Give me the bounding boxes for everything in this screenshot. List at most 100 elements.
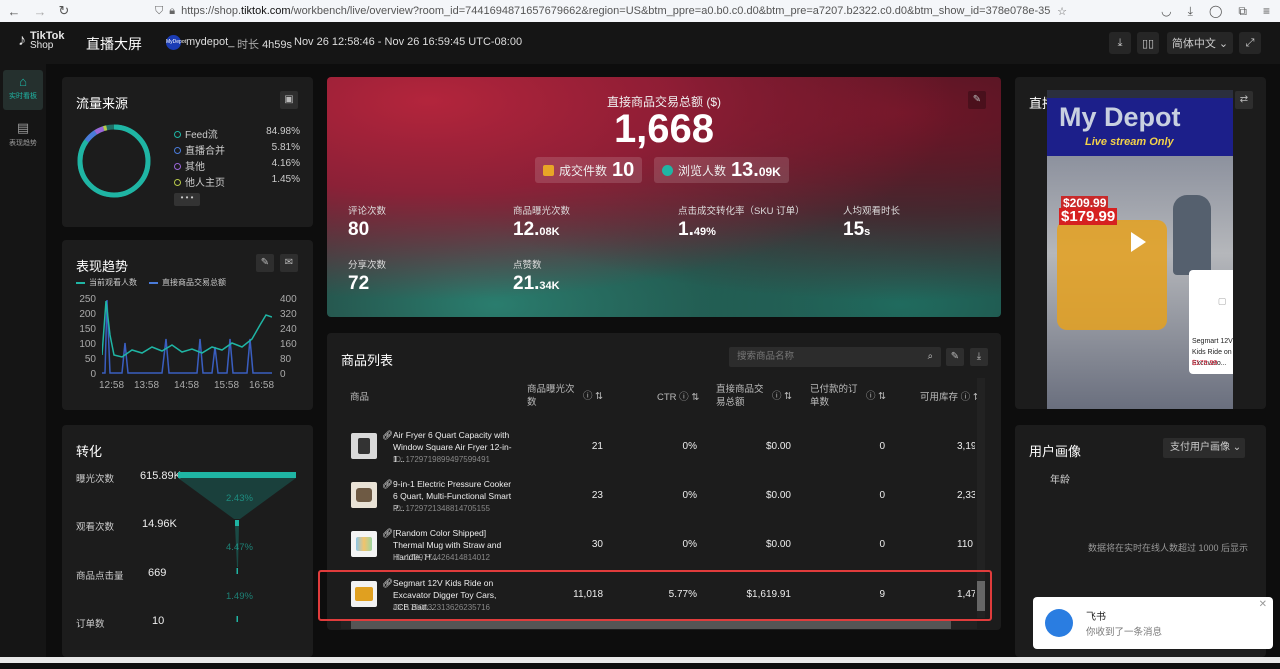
legend-dot xyxy=(174,147,181,154)
items-sold-label: 成交件数 xyxy=(559,163,608,178)
edit-icon[interactable]: ✎ xyxy=(256,254,274,272)
trend-chart xyxy=(102,299,272,374)
product-id: ID: 1729719899497599491 xyxy=(393,455,490,464)
play-icon[interactable] xyxy=(1131,232,1146,252)
sidebar-item-label: 实时看板 xyxy=(9,93,37,100)
y-tick-left: 200 xyxy=(79,309,96,320)
reload-icon[interactable]: ↻ xyxy=(52,3,76,19)
legend-item: 当前观看人数 xyxy=(76,277,137,288)
x-tick: 12:58 xyxy=(99,380,125,391)
account-name: mydepot_ xyxy=(186,36,235,48)
image-icon[interactable]: ✉ xyxy=(280,254,298,272)
legend-item: 他人主页 1.45% xyxy=(174,174,300,189)
funnel-step-value: 14.96K xyxy=(142,518,177,530)
book-icon[interactable]: ▣ xyxy=(280,91,298,109)
pocket-icon[interactable]: ◡ xyxy=(1161,4,1171,18)
download-button[interactable]: ⤓ xyxy=(1109,32,1131,54)
download-icon[interactable]: ⤓ xyxy=(970,348,988,366)
legend-item: Feed流 84.98% xyxy=(174,126,300,141)
cell-orders: 0 xyxy=(879,441,885,452)
metric-value-main: 12. xyxy=(513,219,540,240)
extensions-icon[interactable]: ⧉ xyxy=(1238,4,1247,19)
legend-value: 84.98% xyxy=(266,126,300,137)
metric-product-exposure: 商品曝光次数 12.08K xyxy=(513,203,570,241)
persona-dropdown[interactable]: 支付用户画像 ⌄ xyxy=(1163,438,1245,458)
x-tick: 16:58 xyxy=(249,380,275,391)
more-button[interactable]: • • • xyxy=(174,193,200,206)
legend-name: 直接商品交易总额 xyxy=(162,278,226,287)
product-search-input[interactable]: 搜索商品名称 ⌕ xyxy=(729,347,941,367)
col-header-label: 可用库存 xyxy=(920,392,959,403)
metric-label: 人均观看时长 xyxy=(843,206,901,217)
language-label: 简体中文 xyxy=(1171,38,1216,50)
table-row[interactable]: 🔗︎ [Random Color Shipped] Thermal Mug wit… xyxy=(335,521,983,569)
scroll-thumb[interactable] xyxy=(351,621,951,629)
language-select[interactable]: 简体中文 ⌄ xyxy=(1167,32,1233,54)
close-icon[interactable]: ✕ xyxy=(1259,599,1267,610)
replay-video[interactable]: My Depot Live stream Only $209.99 $179.9… xyxy=(1047,90,1233,409)
highlight-box xyxy=(318,570,992,621)
layout-button[interactable]: ▯▯ xyxy=(1137,32,1159,54)
legend-swatch xyxy=(76,281,85,284)
tiktok-shop-logo[interactable]: ♪ TikTok Shop xyxy=(18,31,64,51)
gmv-hero-card: 直接商品交易总额 ($) ✎ 1,668 成交件数 10 浏览人数 13.09K… xyxy=(327,77,1001,317)
time-range: Nov 26 12:58:46 - Nov 26 16:59:45 UTC-08… xyxy=(294,36,523,48)
cell-stock: 3,194 xyxy=(957,441,975,452)
metric-value-suffix: 08K xyxy=(539,226,560,238)
sort-icon[interactable]: ⇅ xyxy=(784,390,792,403)
brand-tagline: Live stream Only xyxy=(1085,136,1174,148)
cell-exposure: 21 xyxy=(591,441,603,452)
horizontal-scrollbar[interactable] xyxy=(341,621,977,629)
viewers-label: 浏览人数 xyxy=(678,163,727,178)
back-icon[interactable]: ← xyxy=(2,4,26,19)
sidebar-item-realtime[interactable]: ⌂ 实时看板 xyxy=(3,70,43,110)
col-header-exposure[interactable]: 商品曝光次 数 ⓘ ⇅ xyxy=(527,383,607,409)
notification-toast[interactable]: 飞书 你收到了一条消息 ✕ xyxy=(1033,597,1273,649)
col-header-orders[interactable]: 已付款的订 单数 ⓘ ⇅ xyxy=(810,383,900,409)
col-header-gmv[interactable]: 直接商品交 易总额 ⓘ ⇅ xyxy=(716,383,806,409)
table-row[interactable]: 🔗︎ 9-in-1 Electric Pressure Cooker 6 Quar… xyxy=(335,472,983,520)
lock-icon[interactable]: 🔒︎ xyxy=(169,5,175,18)
table-row[interactable]: 🔗︎ Air Fryer 6 Quart Capacity with Window… xyxy=(335,423,983,471)
sort-icon[interactable]: ⇅ xyxy=(878,390,886,403)
viewers-value: 13.09K xyxy=(731,159,781,182)
cell-orders: 0 xyxy=(879,490,885,501)
legend-name: 他人主页 xyxy=(185,178,225,189)
address-bar[interactable]: ⛉ 🔒︎ https://shop.tiktok.com/workbench/l… xyxy=(155,0,1075,22)
search-icon[interactable]: ⌕ xyxy=(928,347,933,367)
metric-conversion-rate: 点击成交转化率（SKU 订单） 1.49% xyxy=(678,203,805,241)
y-tick-right: 160 xyxy=(280,339,297,350)
metric-value-main: 1. xyxy=(678,219,694,240)
tiktok-note-icon: ♪ xyxy=(18,32,26,49)
account-icon[interactable]: ◯ xyxy=(1209,4,1222,18)
cell-stock: 110 xyxy=(957,539,973,550)
col-header-stock[interactable]: 可用库存 ⓘ ⇅ xyxy=(920,391,981,404)
sort-icon[interactable]: ⇅ xyxy=(691,392,699,403)
star-icon[interactable]: ☆ xyxy=(1057,5,1067,18)
funnel-bar xyxy=(236,616,238,622)
metric-label: 点赞数 xyxy=(513,260,542,271)
col-header-ctr[interactable]: CTR ⓘ ⇅ xyxy=(657,391,699,404)
col-header-label: 商品曝光次 数 xyxy=(527,384,575,408)
brand-name: My Depot xyxy=(1059,102,1181,132)
empty-state: 数据将在实时在线人数超过 1000 后显示 xyxy=(1088,543,1249,553)
fullscreen-button[interactable]: ⤢ xyxy=(1239,32,1261,54)
toast-message: 你收到了一条消息 xyxy=(1086,627,1163,638)
download-icon[interactable]: ⤓ xyxy=(1188,4,1193,19)
edit-icon[interactable]: ✎ xyxy=(946,348,964,366)
funnel-rate: 4.47% xyxy=(226,542,253,553)
forward-icon[interactable]: → xyxy=(28,4,52,19)
legend-name: 直播合并 xyxy=(185,146,225,157)
swap-icon[interactable]: ⇄ xyxy=(1235,91,1253,109)
items-sold-badge: 成交件数 10 xyxy=(535,157,643,183)
help-icon: ⓘ xyxy=(679,392,689,403)
price-new: $179.99 xyxy=(1059,208,1118,225)
pressure-cooker-image xyxy=(356,488,372,502)
product-popup[interactable]: ▢ Segmart 12V Kids Ride on Excavato... $… xyxy=(1189,270,1233,374)
sort-icon[interactable]: ⇅ xyxy=(595,390,603,403)
menu-icon[interactable]: ≡ xyxy=(1263,4,1270,18)
search-placeholder: 搜索商品名称 xyxy=(737,351,795,362)
metric-value-suffix: s xyxy=(864,226,871,238)
sidebar-item-trend[interactable]: ▤ 表现趋势 xyxy=(3,116,43,148)
sidebar-item-label: 表现趋势 xyxy=(9,140,37,147)
